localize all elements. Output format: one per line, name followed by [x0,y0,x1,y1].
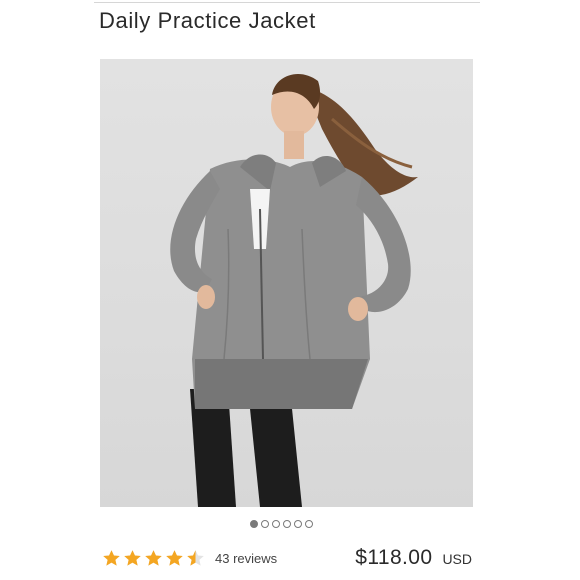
star-icon [187,550,204,566]
star-icon [166,550,183,566]
product-price: $118.00 [355,546,433,569]
image-carousel-dots [250,520,313,528]
product-image[interactable] [100,59,473,507]
product-rating[interactable]: 43 reviews [102,549,277,568]
star-icon [103,550,120,566]
carousel-dot[interactable] [250,520,258,528]
rating-stars [102,549,205,568]
price-currency: USD [442,551,472,567]
carousel-dot[interactable] [261,520,269,528]
header-divider [94,2,480,3]
carousel-dot[interactable] [294,520,302,528]
price-block: $118.00 USD [355,546,472,570]
star-icon [124,550,141,566]
product-title: Daily Practice Jacket [99,8,316,33]
carousel-dot[interactable] [272,520,280,528]
review-count-link[interactable]: 43 reviews [215,551,277,566]
carousel-dot[interactable] [305,520,313,528]
carousel-dot[interactable] [283,520,291,528]
star-icon [145,550,162,566]
model-photo [170,73,418,507]
